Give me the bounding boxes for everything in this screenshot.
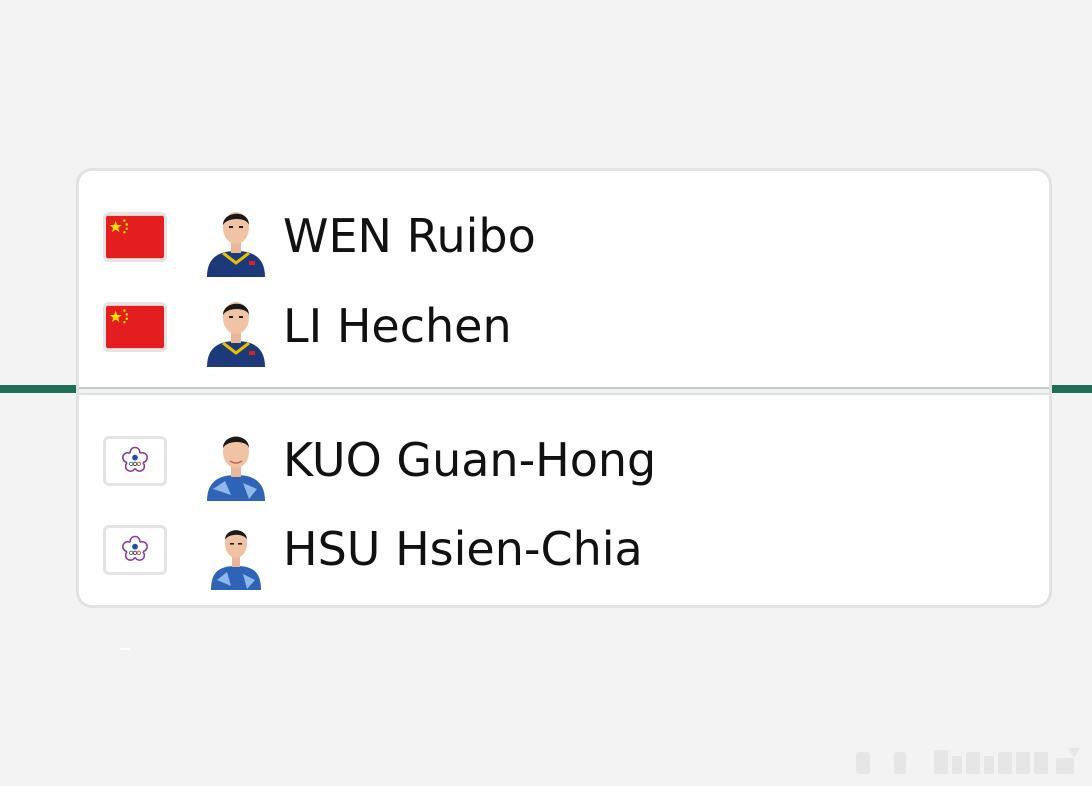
chinese-taipei-flag-icon — [103, 436, 167, 486]
chinese-taipei-flag-icon — [103, 525, 167, 575]
player-row-li-hechen[interactable]: LI Hechen — [79, 281, 1049, 371]
player-name: LI Hechen — [283, 299, 512, 353]
china-flag-icon — [103, 212, 167, 262]
player-photo-icon — [203, 289, 269, 367]
player-name: HSU Hsien-Chia — [283, 522, 643, 576]
player-name: KUO Guan-Hong — [283, 433, 657, 487]
player-photo-icon — [203, 512, 269, 590]
team-divider — [79, 387, 1049, 395]
player-photo-icon — [203, 199, 269, 277]
decorative-mark — [120, 648, 130, 650]
china-flag-icon — [103, 302, 167, 352]
player-photo-icon — [203, 423, 269, 501]
player-row-hsu-hsien-chia[interactable]: HSU Hsien-Chia — [79, 504, 1049, 594]
match-card[interactable]: WEN Ruibo LI Hechen KUO Guan-Hong HSU Hs… — [76, 168, 1052, 608]
watermark-logo — [852, 744, 1084, 778]
player-name: WEN Ruibo — [283, 209, 536, 263]
player-row-kuo-guan-hong[interactable]: KUO Guan-Hong — [79, 415, 1049, 505]
player-row-wen-ruibo[interactable]: WEN Ruibo — [79, 191, 1049, 281]
